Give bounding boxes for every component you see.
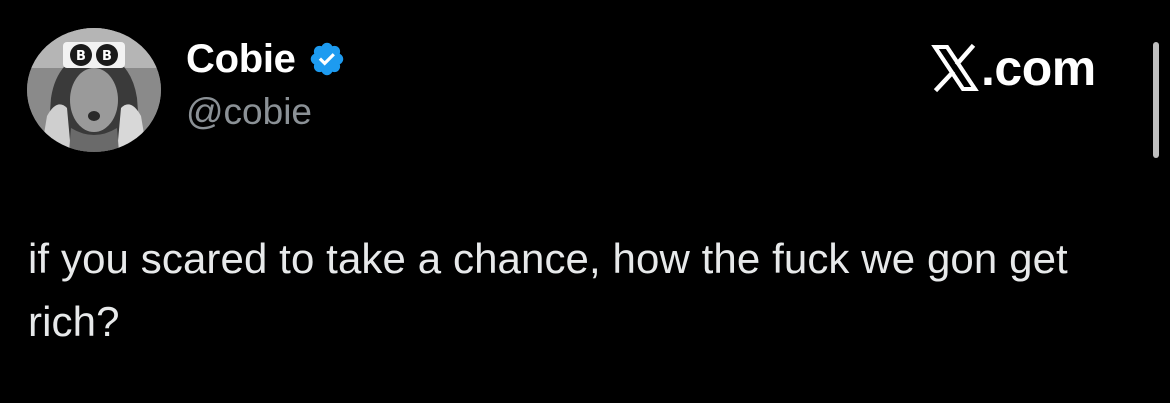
author-name-row: Cobie xyxy=(186,36,346,82)
avatar[interactable]: B B xyxy=(27,28,161,152)
svg-text:B: B xyxy=(102,49,112,64)
avatar-photo-icon: B B xyxy=(27,28,161,152)
x-logo-icon xyxy=(931,43,979,93)
author-handle[interactable]: @cobie xyxy=(186,91,312,133)
svg-text:B: B xyxy=(76,49,86,64)
verified-badge-icon xyxy=(308,40,346,78)
scrollbar[interactable] xyxy=(1153,42,1159,158)
brand-domain: .com xyxy=(981,40,1096,96)
author-display-name[interactable]: Cobie xyxy=(186,37,296,82)
tweet-body-text: if you scared to take a chance, how the … xyxy=(28,235,1068,345)
brand-logo: .com xyxy=(931,38,1096,98)
